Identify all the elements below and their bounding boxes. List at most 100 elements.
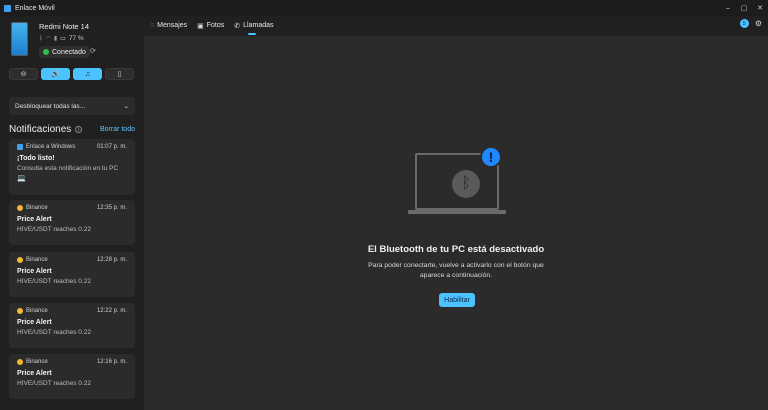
bluetooth-small-icon: ᛒ (39, 35, 43, 42)
notification-app-name: Binance (26, 308, 48, 314)
binance-icon (17, 205, 23, 211)
minimize-button[interactable]: – (720, 0, 736, 16)
notification-time: 12:28 p. m. (96, 257, 127, 263)
notification-title: ¡Todo listo! (17, 155, 55, 162)
refresh-icon[interactable]: ⟳ (90, 47, 96, 55)
phone-icon: ✆ (234, 22, 241, 30)
binance-icon (17, 359, 23, 365)
exclamation-alert-icon: ! (480, 146, 502, 168)
main-header: ◌ Mensajes ▣ Fotos ✆ Llamadas 5 ⚙ (144, 16, 768, 36)
notification-title: Price Alert (17, 268, 52, 275)
notification-time: 12:16 p. m. (96, 359, 127, 365)
notifications-title: Notificaciones (9, 124, 72, 135)
dnd-button[interactable]: ⊖ (9, 68, 38, 80)
bluetooth-off-title: El Bluetooth de tu PC está desactivado (367, 244, 545, 255)
tab-label: Llamadas (243, 22, 274, 29)
app-logo-icon (4, 4, 11, 12)
tab-fotos[interactable]: ▣ Fotos (197, 20, 224, 31)
tab-bar: ◌ Mensajes ▣ Fotos ✆ Llamadas (150, 20, 274, 35)
notification-time: 12:22 p. m. (96, 308, 127, 314)
battery-icon: ▭ (60, 36, 66, 42)
notification-card[interactable]: Binance 12:22 p. m. Price Alert HIVE/USD… (9, 303, 135, 348)
window-title: Enlace Móvil (15, 4, 55, 12)
notification-card[interactable]: Binance 12:28 p. m. Price Alert HIVE/USD… (9, 252, 135, 297)
unlock-dropdown[interactable]: Desbloquear todas las... ⌄ (9, 97, 135, 115)
wifi-icon: ◠ (45, 36, 51, 42)
chat-icon: ◌ (150, 22, 155, 29)
notification-header: Binance 12:35 p. m. (17, 205, 127, 211)
notification-title: Price Alert (17, 319, 52, 326)
notification-title: Price Alert (17, 370, 52, 377)
notifications-title-wrap: Notificaciones i (9, 124, 83, 135)
photos-icon: ▣ (197, 22, 204, 30)
notification-title: Price Alert (17, 216, 52, 223)
music-button[interactable]: ♫ (73, 68, 102, 80)
volume-icon: 🔊 (51, 71, 60, 78)
close-button[interactable]: ✕ (752, 0, 768, 16)
notification-card[interactable]: Enlace a Windows 01:07 p. m. ¡Todo listo… (9, 139, 135, 195)
notification-card[interactable]: Binance 12:16 p. m. Price Alert HIVE/USD… (9, 354, 135, 399)
notification-body: Consulta esta notificación en tu PC (17, 165, 119, 172)
window-controls: – ▢ ✕ (720, 0, 768, 16)
connection-status-text: Conectado (52, 48, 86, 56)
music-icon: ♫ (84, 70, 91, 78)
notification-app: Binance (17, 359, 48, 365)
notification-count-badge[interactable]: 5 (739, 19, 749, 28)
clear-all-link[interactable]: Borrar todo (100, 126, 135, 133)
quick-actions: ⊖ 🔊 ♫ ▯ (9, 68, 134, 80)
battery-saver-icon: ▯ (117, 71, 122, 78)
binance-icon (17, 257, 23, 263)
tab-llamadas[interactable]: ✆ Llamadas (234, 20, 274, 35)
notification-header: Enlace a Windows 01:07 p. m. (17, 144, 127, 150)
notification-header: Binance 12:28 p. m. (17, 257, 127, 263)
battery-percentage: 77 % (68, 35, 84, 42)
dropdown-label: Desbloquear todas las... (15, 102, 86, 110)
notification-body: HIVE/USDT reaches 0.22 (17, 278, 91, 285)
volume-button[interactable]: 🔊 (41, 68, 70, 80)
tab-label: Mensajes (157, 22, 188, 29)
title-bar: Enlace Móvil – ▢ ✕ (0, 0, 768, 16)
bluetooth-off-description: Para poder conectarte, vuelve a activarl… (368, 262, 544, 279)
battery-saver-button[interactable]: ▯ (105, 68, 134, 80)
device-name: Redmi Note 14 (39, 22, 90, 31)
enable-button[interactable]: Habilitar (439, 293, 475, 307)
tab-label: Fotos (206, 22, 225, 29)
tab-mensajes[interactable]: ◌ Mensajes (150, 20, 187, 31)
notification-app: Enlace a Windows (17, 144, 75, 150)
notification-body: HIVE/USDT reaches 0.22 (17, 329, 91, 336)
notification-app-name: Binance (26, 205, 48, 211)
main-content: ᛒ ! El Bluetooth de tu PC está desactiva… (144, 36, 768, 410)
notification-body: HIVE/USDT reaches 0.22 (17, 226, 91, 233)
notification-app-name: Binance (26, 257, 48, 263)
notification-app-name: Binance (26, 359, 48, 365)
active-tab-indicator (248, 33, 257, 35)
maximize-button[interactable]: ▢ (736, 0, 752, 16)
connection-status-badge: Conectado (39, 46, 90, 58)
windows-link-icon (17, 144, 23, 150)
notification-app: Binance (17, 308, 48, 314)
sidebar: Redmi Note 14 ᛒ ◠ ▮ ▭ 77 % Conectado ⟳ ⊖… (0, 16, 144, 410)
binance-icon (17, 308, 23, 314)
signal-icon: ▮ (53, 36, 58, 42)
dnd-icon: ⊖ (20, 71, 27, 78)
device-status-row: ᛒ ◠ ▮ ▭ 77 % (39, 35, 84, 42)
laptop-emoji-icon: 💻 (17, 175, 26, 182)
notifications-header: Notificaciones i Borrar todo (9, 124, 135, 135)
notification-body: HIVE/USDT reaches 0.22 (17, 380, 91, 387)
bluetooth-icon: ᛒ (452, 170, 480, 198)
header-actions: 5 ⚙ (739, 19, 762, 28)
notification-app-name: Enlace a Windows (26, 144, 76, 150)
notification-app: Binance (17, 205, 48, 211)
notification-time: 12:35 p. m. (96, 205, 127, 211)
notification-app: Binance (17, 257, 48, 263)
laptop-base (408, 210, 506, 214)
gear-icon[interactable]: ⚙ (755, 19, 762, 28)
notification-card[interactable]: Binance 12:35 p. m. Price Alert HIVE/USD… (9, 200, 135, 245)
phone-image (11, 22, 28, 56)
notification-time: 01:07 p. m. (96, 144, 127, 150)
chevron-down-icon: ⌄ (123, 103, 129, 110)
notification-header: Binance 12:16 p. m. (17, 359, 127, 365)
notification-header: Binance 12:22 p. m. (17, 308, 127, 314)
info-icon[interactable]: i (75, 126, 83, 133)
connected-dot-icon (43, 49, 49, 55)
